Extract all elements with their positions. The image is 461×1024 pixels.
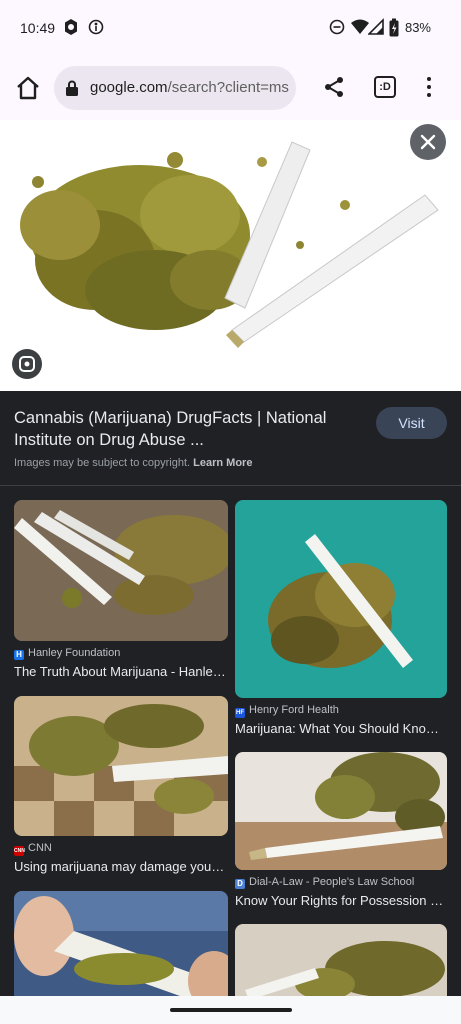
accessibility-status-icon [88,19,104,35]
favicon: D [235,879,245,889]
learn-more-link[interactable]: Learn More [193,457,252,469]
buds-and-joint-image [235,752,447,870]
tab-switcher-button[interactable]: :D [374,76,396,98]
image-source: D Dial-A-Law - People's Law School [235,876,414,889]
related-image-card[interactable]: D Dial-A-Law - People's Law School Know Y… [235,752,447,910]
related-image-thumbnail[interactable] [14,696,228,836]
source-name: Dial-A-Law - People's Law School [249,876,415,888]
google-lens-icon[interactable] [12,349,42,379]
address-bar[interactable]: google.com/search?client=ms [54,66,296,110]
share-icon[interactable] [322,75,346,99]
joint-on-teal-image [235,500,447,698]
home-icon[interactable] [14,74,42,102]
source-name: Henry Ford Health [249,704,339,716]
image-caption[interactable]: Know Your Rights for Possession o... [235,893,447,908]
lock-icon[interactable] [64,79,80,97]
image-caption[interactable]: Using marijuana may damage your ... [14,859,228,874]
settings-status-icon [65,19,77,35]
image-source: H Hanley Foundation [14,647,120,660]
related-image-thumbnail[interactable] [14,500,228,641]
source-name: CNN [28,842,52,854]
close-icon[interactable] [410,124,446,160]
clock: 10:49 [20,20,56,36]
lens-button[interactable] [12,349,42,379]
url-path: /search?client=ms [167,79,289,96]
related-image-thumbnail[interactable] [235,500,447,698]
joint-on-chessboard-image [14,696,228,836]
copyright-notice: Images may be subject to copyright. Lear… [14,457,252,469]
wifi-icon [351,19,369,34]
image-source: CNN CNN [14,842,52,856]
favicon: HF [235,708,245,718]
visit-button[interactable]: Visit [376,407,447,439]
related-image-card[interactable]: HF Henry Ford Health Marijuana: What You … [235,500,447,737]
browser-toolbar: google.com/search?client=ms :D [0,56,461,120]
related-image-card[interactable] [14,891,228,1001]
image-info-panel: Cannabis (Marijuana) DrugFacts | Nationa… [0,391,461,486]
related-image-card[interactable]: H Hanley Foundation The Truth About Marij… [14,500,228,680]
url-text[interactable]: google.com/search?client=ms [90,79,289,96]
related-image-thumbnail[interactable] [14,891,228,1001]
related-image-thumbnail[interactable] [235,752,447,870]
dnd-icon [329,19,345,35]
favicon: CNN [14,846,25,856]
signal-icon [368,18,384,35]
close-button[interactable] [410,124,446,160]
related-image-card[interactable] [235,924,447,1004]
related-image-card[interactable]: CNN CNN Using marijuana may damage your .… [14,696,228,876]
overflow-menu-icon[interactable] [420,74,438,102]
gesture-nav-bar [0,996,461,1024]
image-caption[interactable]: Marijuana: What You Should Know ... [235,721,447,736]
status-bar: 10:49 83% [0,0,461,56]
image-source: HF Henry Ford Health [235,704,339,718]
url-domain: google.com [90,79,168,96]
source-name: Hanley Foundation [28,647,121,659]
copyright-text: Images may be subject to copyright. [14,457,191,469]
battery-percent: 83% [404,20,431,35]
buds-and-lighter-image [235,924,447,1004]
main-image[interactable] [0,120,461,391]
home-gesture-handle[interactable] [170,1008,292,1012]
favicon: H [14,650,24,660]
result-title[interactable]: Cannabis (Marijuana) DrugFacts | Nationa… [14,407,344,451]
battery-icon [389,18,399,37]
image-caption[interactable]: The Truth About Marijuana - Hanley... [14,664,228,679]
rolling-joint-image [14,891,228,1001]
cannabis-joints-image [20,141,439,348]
joints-and-buds-image [14,500,228,641]
related-image-thumbnail[interactable] [235,924,447,1004]
